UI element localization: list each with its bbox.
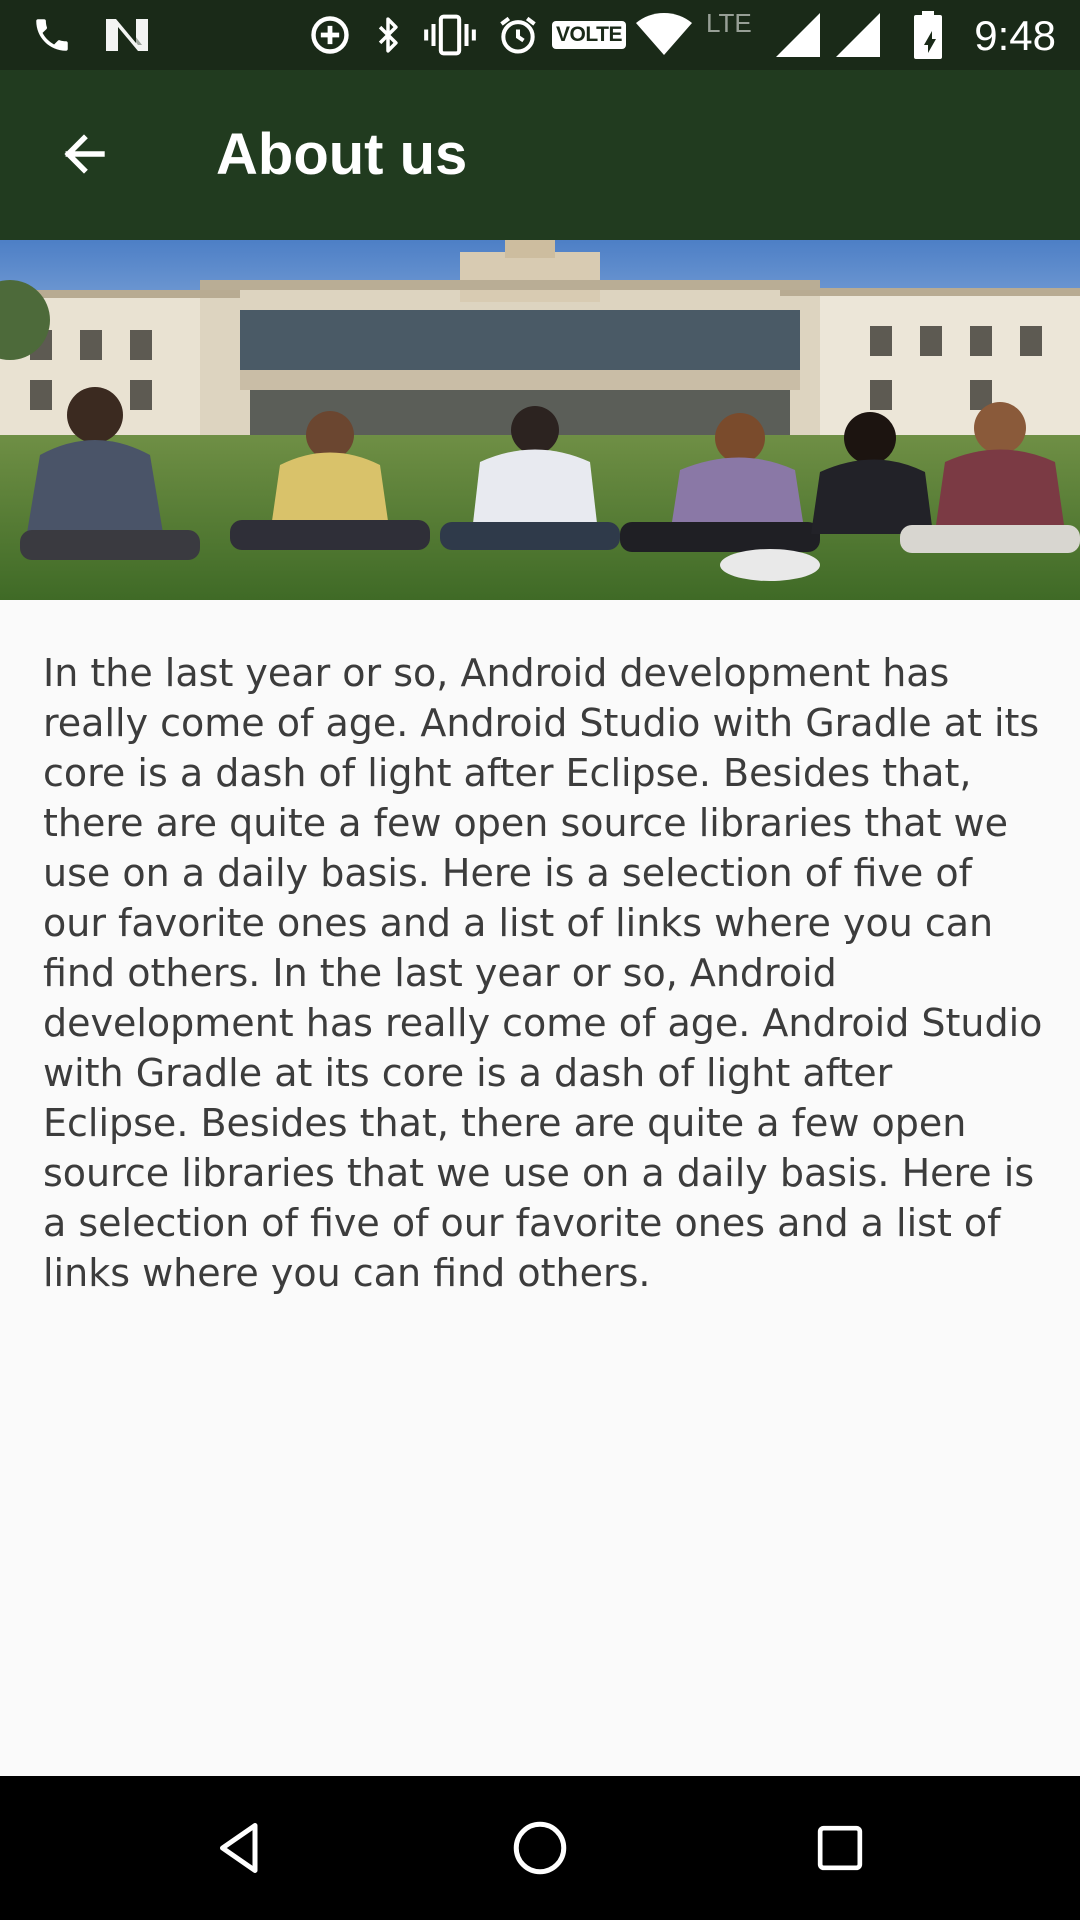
nav-recents-button[interactable] (790, 1798, 890, 1898)
navigation-bar (0, 1776, 1080, 1920)
data-saver-icon (304, 0, 356, 70)
arrow-back-icon (64, 134, 105, 174)
recents-square-icon (817, 1825, 863, 1871)
nav-home-button[interactable] (490, 1798, 590, 1898)
hero-image (0, 240, 1080, 600)
nav-back-button[interactable] (190, 1798, 290, 1898)
volte-label: VOLTE (552, 21, 626, 49)
bluetooth-icon (366, 0, 410, 70)
home-circle-icon (513, 1821, 567, 1875)
clock: 9:48 (974, 12, 1056, 59)
back-triangle-icon (220, 1823, 258, 1873)
status-bar: VOLTE LTE R 9:48 (0, 0, 1080, 70)
campus-photo (0, 240, 1080, 600)
wifi-icon (634, 0, 694, 70)
signal-icon (774, 0, 822, 70)
battery-icon (910, 0, 946, 70)
page-title: About us (216, 122, 468, 187)
phone-icon (28, 0, 76, 70)
about-body-text: In the last year or so, Android developm… (43, 651, 1043, 1295)
roaming-signal-icon (834, 0, 882, 70)
app-bar: About us (0, 70, 1080, 240)
alarm-icon (494, 0, 542, 70)
vibrate-icon (420, 0, 480, 70)
back-button[interactable] (38, 108, 130, 200)
n-notification-icon (102, 0, 152, 70)
volte-icon: VOLTE (552, 0, 626, 70)
network-type-label: LTE (706, 8, 752, 38)
